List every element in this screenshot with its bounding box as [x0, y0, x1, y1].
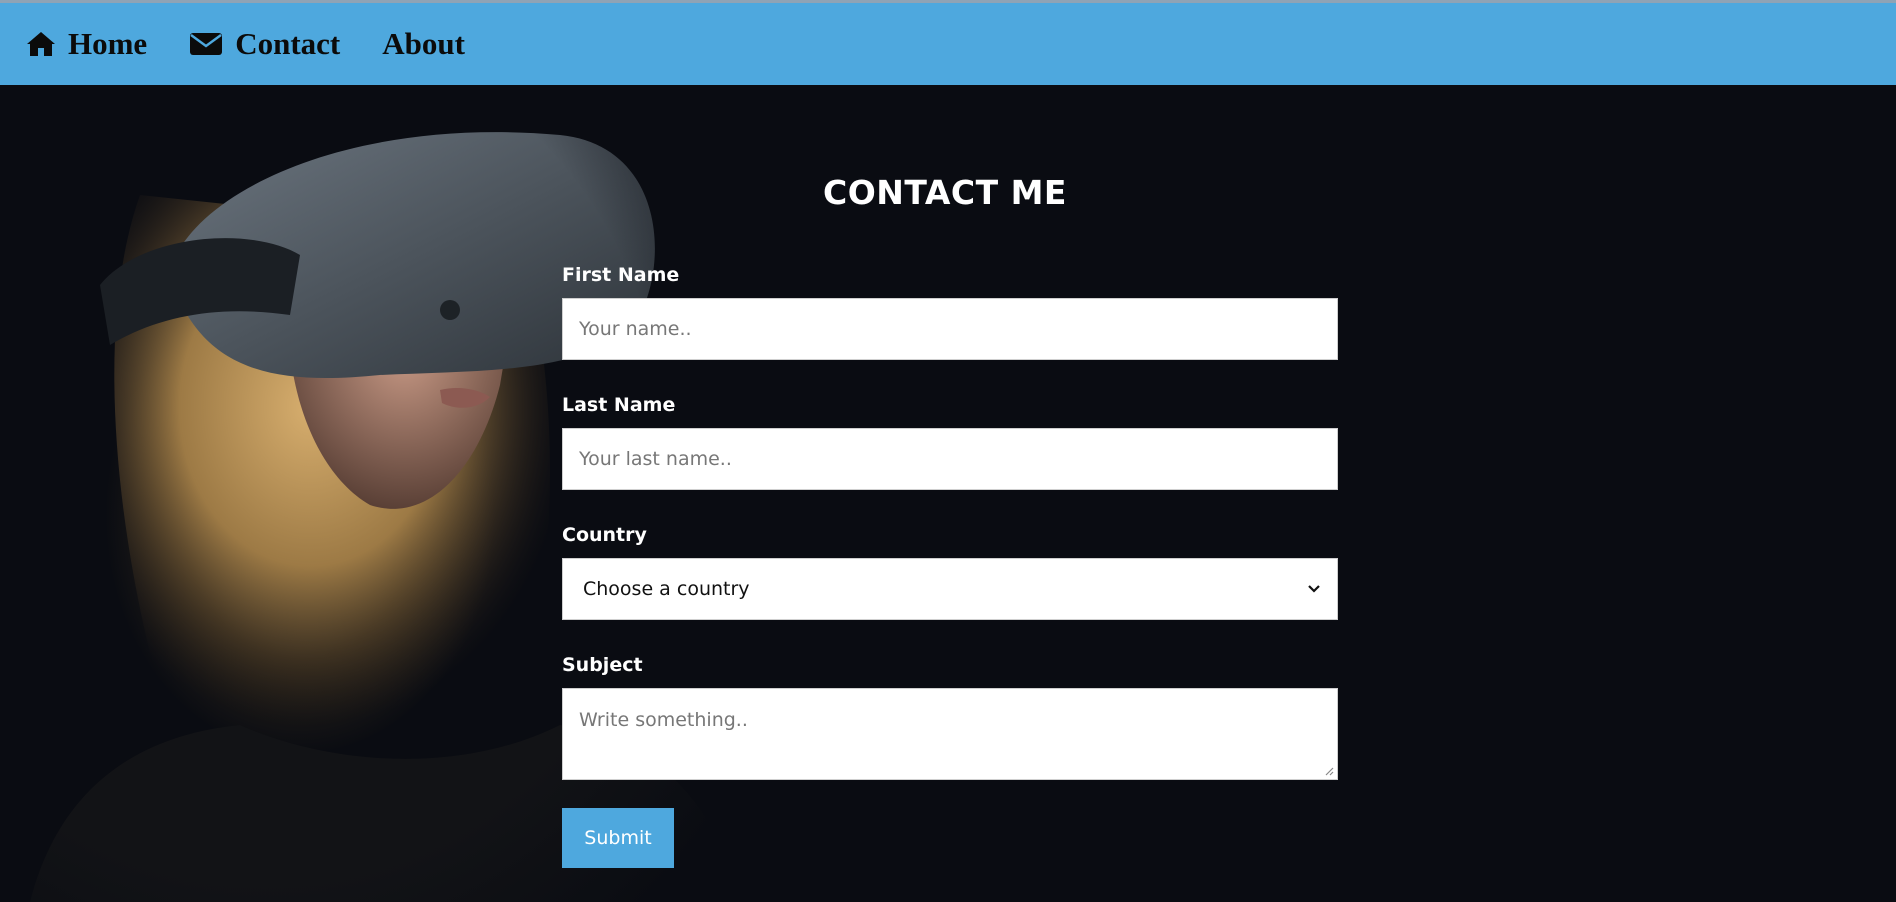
- first-name-label: First Name: [562, 264, 680, 286]
- page-title: CONTACT ME: [823, 173, 1067, 213]
- contact-hero: CONTACT ME First Name Your name.. Last N…: [0, 85, 1896, 902]
- resize-handle-icon[interactable]: [1324, 766, 1334, 776]
- country-selected-value: Choose a country: [583, 578, 750, 600]
- submit-button[interactable]: Submit: [562, 808, 674, 868]
- contact-form: First Name Your name.. Last Name Your la…: [562, 260, 1338, 868]
- subject-textarea[interactable]: Write something..: [562, 688, 1338, 780]
- home-icon: [27, 32, 55, 56]
- navbar: Home Contact About: [0, 3, 1896, 85]
- nav-contact-link[interactable]: Contact: [189, 26, 340, 62]
- subject-placeholder: Write something..: [579, 709, 748, 731]
- first-name-input[interactable]: Your name..: [562, 298, 1338, 360]
- nav-about-link[interactable]: About: [382, 26, 465, 62]
- nav-contact-label: Contact: [235, 26, 341, 61]
- last-name-placeholder: Your last name..: [579, 448, 732, 470]
- last-name-label: Last Name: [562, 394, 676, 416]
- nav-about-label: About: [382, 26, 465, 61]
- last-name-input[interactable]: Your last name..: [562, 428, 1338, 490]
- envelope-icon: [190, 33, 223, 55]
- country-select[interactable]: Choose a country: [562, 558, 1338, 620]
- subject-label: Subject: [562, 654, 643, 676]
- first-name-placeholder: Your name..: [579, 318, 692, 340]
- nav-home-link[interactable]: Home: [26, 26, 147, 62]
- nav-home-label: Home: [68, 26, 148, 61]
- country-label: Country: [562, 524, 647, 546]
- chevron-down-icon: [1308, 585, 1320, 593]
